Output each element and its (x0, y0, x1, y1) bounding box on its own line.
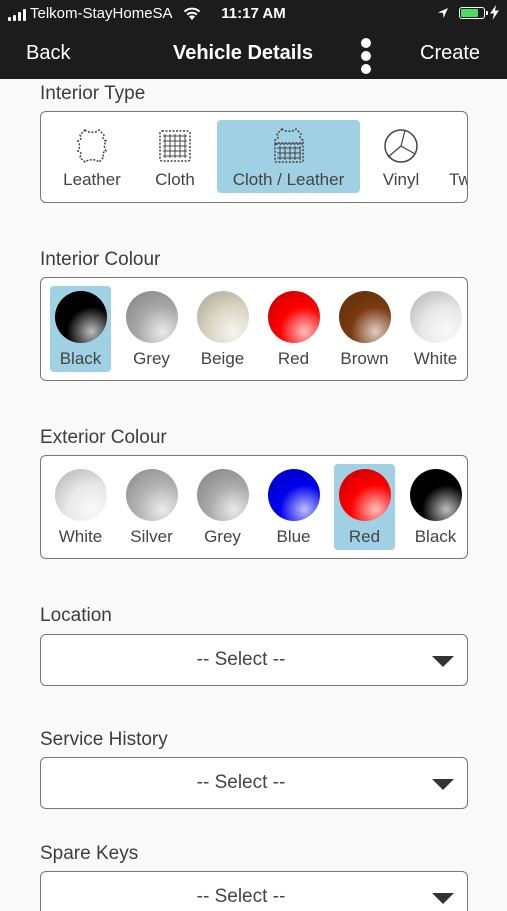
location-select[interactable]: -- Select -- (40, 634, 468, 686)
exterior-colour-option-grey[interactable]: Grey (192, 464, 253, 550)
interior-colour-option-red[interactable]: Red (263, 286, 324, 372)
battery-icon (459, 7, 488, 19)
interior-colour-label: Interior Colour (40, 249, 161, 270)
exterior-colour-option-red[interactable]: Red (334, 464, 395, 550)
colour-swatch (338, 291, 391, 343)
exterior-colour-option-blue[interactable]: Blue (263, 464, 324, 550)
battery-level (461, 9, 479, 17)
dropdown-caret-icon (432, 779, 454, 790)
exterior-colour-option-black[interactable]: Black (405, 464, 466, 550)
colour-option-label: Grey (204, 527, 241, 546)
exterior-colour-option-silver[interactable]: Silver (121, 464, 182, 550)
location-select-value: -- Select -- (196, 649, 286, 670)
colour-swatch (409, 469, 462, 521)
interior-colour-option-grey[interactable]: Grey (121, 286, 182, 372)
colour-option-label: White (58, 527, 103, 546)
page-title: Vehicle Details (172, 42, 314, 64)
dropdown-caret-icon (432, 656, 454, 667)
colour-option-label: White (413, 349, 458, 368)
interior-colour-option-white[interactable]: White (405, 286, 466, 372)
interior-colour-option-brown[interactable]: Brown (334, 286, 395, 372)
colour-swatch (125, 291, 178, 343)
status-bar: Telkom-StayHomeSA 11:17 AM (0, 0, 507, 28)
interior-type-picker: Leather Cloth Cloth / Leather Vinyl Tw (40, 111, 468, 203)
colour-swatch (54, 469, 107, 521)
more-dot-icon (361, 64, 371, 74)
colour-swatch (54, 291, 107, 343)
colour-option-label: Beige (200, 349, 245, 368)
service-history-select[interactable]: -- Select -- (40, 757, 468, 809)
colour-swatch (338, 469, 391, 521)
charging-bolt-icon (490, 5, 499, 20)
colour-swatch (196, 469, 249, 521)
interior-type-option-cloth[interactable]: Cloth (140, 120, 210, 193)
colour-option-label: Silver (130, 527, 173, 546)
cloth-icon (159, 130, 191, 162)
colour-option-label: Grey (133, 349, 170, 368)
service-history-label: Service History (40, 729, 168, 750)
clock: 11:17 AM (221, 5, 286, 22)
location-arrow-icon (438, 8, 448, 18)
interior-type-option-partial[interactable]: Tw (439, 120, 467, 193)
interior-type-option-label: Leather (63, 170, 121, 189)
interior-type-option-cloth-leather[interactable]: Cloth / Leather (217, 120, 360, 193)
exterior-colour-picker: White Silver Grey Blue Red Black (40, 455, 468, 559)
interior-type-option-label: Tw (449, 170, 467, 189)
navigation-bar: Back Vehicle Details Create (0, 28, 507, 79)
interior-type-option-label: Cloth / Leather (232, 170, 345, 189)
colour-option-label: Red (348, 527, 381, 546)
interior-colour-option-beige[interactable]: Beige (192, 286, 253, 372)
colour-option-label: Black (414, 527, 457, 546)
service-history-select-value: -- Select -- (196, 772, 286, 793)
colour-swatch (196, 291, 249, 343)
spare-keys-select-value: -- Select -- (196, 886, 286, 907)
location-label: Location (40, 605, 112, 626)
colour-swatch (267, 291, 320, 343)
dropdown-caret-icon (432, 893, 454, 904)
colour-swatch (409, 291, 462, 343)
interior-type-option-leather[interactable]: Leather (54, 120, 130, 193)
colour-swatch (267, 469, 320, 521)
more-dot-icon (361, 51, 371, 61)
colour-option-label: Brown (340, 349, 389, 368)
spare-keys-label: Spare Keys (40, 843, 139, 864)
vinyl-icon (384, 129, 418, 163)
more-dot-icon (361, 38, 371, 48)
create-button[interactable]: Create (420, 42, 480, 65)
colour-option-label: Red (277, 349, 310, 368)
exterior-colour-label: Exterior Colour (40, 427, 167, 448)
colour-swatch (125, 469, 178, 521)
cloth-leather-icon (273, 127, 304, 163)
spare-keys-select[interactable]: -- Select -- (40, 871, 468, 911)
interior-type-label: Interior Type (40, 83, 146, 104)
colour-option-label: Black (59, 349, 102, 368)
interior-type-option-vinyl[interactable]: Vinyl (370, 120, 432, 193)
interior-type-option-label: Cloth (155, 170, 195, 189)
exterior-colour-option-white[interactable]: White (50, 464, 111, 550)
colour-option-label: Blue (276, 527, 311, 546)
more-options-button[interactable] (359, 38, 373, 76)
interior-colour-option-black[interactable]: Black (50, 286, 111, 372)
interior-colour-picker: Black Grey Beige Red Brown White (40, 277, 468, 381)
leather-hide-icon (76, 128, 108, 164)
interior-type-option-label: Vinyl (382, 170, 420, 189)
